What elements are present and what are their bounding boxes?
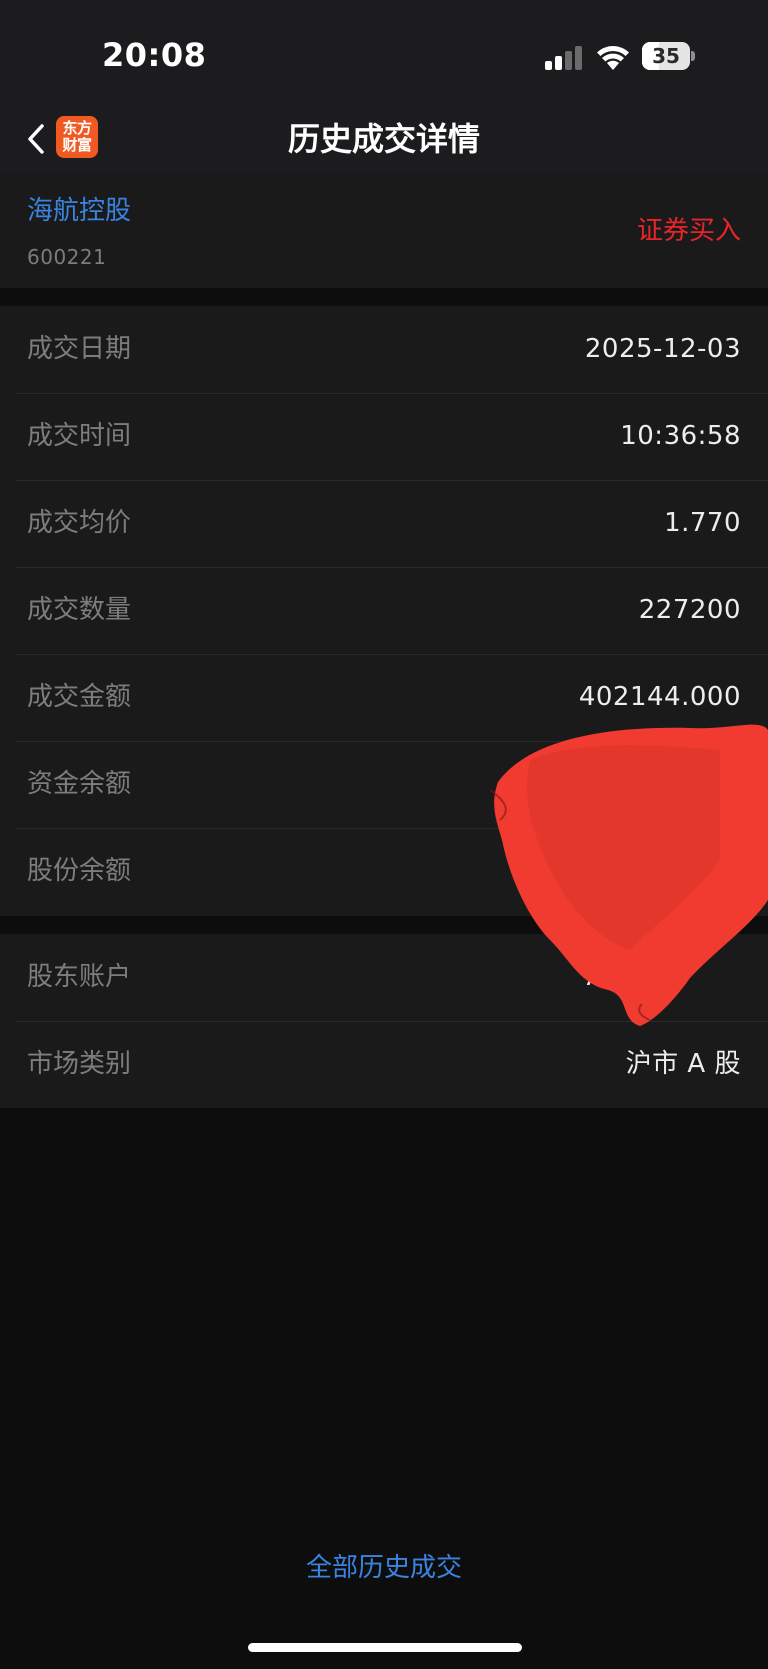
detail-row-shareholder-account: 股东账户 A774 xyxy=(0,934,768,1021)
wifi-icon xyxy=(597,46,629,70)
battery-icon: 35 xyxy=(642,42,695,70)
row-label: 成交均价 xyxy=(27,508,132,538)
row-label: 市场类别 xyxy=(27,1049,132,1079)
stock-header: 海航控股 600221 证券买入 xyxy=(0,174,768,288)
signal-icon xyxy=(545,46,582,70)
nav-bar: 东方 财富 历史成交详情 xyxy=(0,104,768,174)
row-value: 1.770 xyxy=(664,508,741,538)
row-label: 股东账户 xyxy=(27,962,132,992)
detail-row-quantity: 成交数量 227200 xyxy=(0,567,768,654)
detail-row-trade-date: 成交日期 2025-12-03 xyxy=(0,306,768,393)
detail-row-trade-time: 成交时间 10:36:58 xyxy=(0,393,768,480)
row-label: 成交时间 xyxy=(27,421,132,451)
home-indicator[interactable] xyxy=(248,1643,522,1652)
all-history-link[interactable]: 全部历史成交 xyxy=(0,1548,768,1588)
detail-row-cash-balance: 资金余额 xyxy=(0,741,768,828)
battery-level: 35 xyxy=(652,44,680,68)
page-title: 历史成交详情 xyxy=(287,120,480,158)
account-card: 股东账户 A774 市场类别 沪市 A 股 xyxy=(0,934,768,1108)
detail-row-avg-price: 成交均价 1.770 xyxy=(0,480,768,567)
detail-row-amount: 成交金额 402144.000 xyxy=(0,654,768,741)
row-value: 227200 xyxy=(638,595,741,625)
row-label: 成交数量 xyxy=(27,595,132,625)
detail-row-market-type: 市场类别 沪市 A 股 xyxy=(0,1021,768,1108)
battery-cap xyxy=(691,51,695,61)
stock-code: 600221 xyxy=(27,245,107,269)
trade-type-badge: 证券买入 xyxy=(636,216,741,246)
trade-detail-screen: 20:08 35 东方 财富 历史成交详情 海航控股 600221 证券买入 成… xyxy=(0,0,768,1669)
status-time: 20:08 xyxy=(102,36,207,74)
status-bar: 20:08 35 xyxy=(0,0,768,104)
row-value: 沪市 A 股 xyxy=(625,1049,741,1079)
row-value: 10:36:58 xyxy=(620,421,741,451)
stock-name-link[interactable]: 海航控股 xyxy=(27,194,131,228)
detail-row-share-balance: 股份余额 xyxy=(0,828,768,915)
row-label: 成交日期 xyxy=(27,334,132,364)
trade-details-card: 成交日期 2025-12-03 成交时间 10:36:58 成交均价 1.770… xyxy=(0,306,768,916)
row-value: 402144.000 xyxy=(578,682,741,712)
row-value: 2025-12-03 xyxy=(584,334,741,364)
row-label: 股份余额 xyxy=(27,856,132,886)
row-label: 成交金额 xyxy=(27,682,132,712)
row-label: 资金余额 xyxy=(27,769,132,799)
row-value: A774 xyxy=(586,962,656,992)
